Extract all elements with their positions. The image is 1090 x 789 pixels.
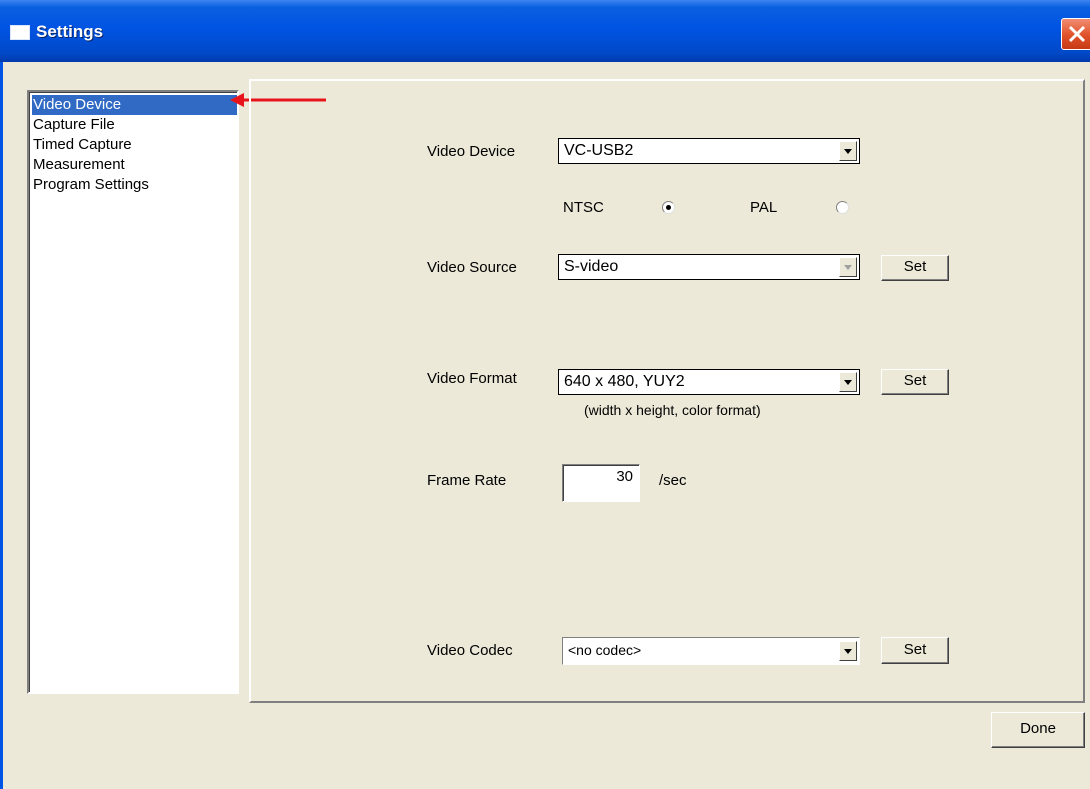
nav-item-program-settings[interactable]: Program Settings bbox=[32, 175, 237, 195]
title-bar[interactable]: Settings bbox=[0, 0, 1090, 62]
pal-radio[interactable] bbox=[836, 201, 849, 214]
video-format-dropdown[interactable]: 640 x 480, YUY2 bbox=[558, 369, 860, 395]
nav-item-capture-file[interactable]: Capture File bbox=[32, 115, 237, 135]
window-border bbox=[0, 62, 3, 789]
nav-item-video-device[interactable]: Video Device bbox=[32, 95, 237, 115]
video-source-value: S-video bbox=[564, 258, 619, 275]
done-button[interactable]: Done bbox=[991, 712, 1085, 748]
window-icon bbox=[10, 25, 30, 40]
video-format-label: Video Format bbox=[427, 370, 517, 387]
frame-rate-unit: /sec bbox=[659, 472, 687, 489]
video-device-label: Video Device bbox=[427, 143, 516, 160]
video-source-label: Video Source bbox=[427, 259, 517, 276]
nav-item-timed-capture[interactable]: Timed Capture bbox=[32, 135, 237, 155]
ntsc-radio[interactable] bbox=[662, 201, 675, 214]
ntsc-label: NTSC bbox=[563, 199, 604, 216]
video-codec-value: <no codec> bbox=[568, 642, 642, 658]
video-codec-set-button[interactable]: Set bbox=[881, 637, 949, 664]
video-source-dropdown[interactable]: S-video bbox=[558, 254, 860, 280]
close-button[interactable] bbox=[1061, 18, 1090, 50]
video-format-hint: (width x height, color format) bbox=[584, 402, 761, 418]
chevron-down-icon[interactable] bbox=[839, 257, 857, 277]
video-codec-label: Video Codec bbox=[427, 642, 513, 659]
video-source-set-button[interactable]: Set bbox=[881, 255, 949, 281]
frame-rate-value: 30 bbox=[616, 468, 633, 485]
video-device-dropdown[interactable]: VC-USB2 bbox=[558, 138, 860, 164]
frame-rate-input[interactable]: 30 bbox=[562, 464, 640, 502]
close-icon bbox=[1068, 25, 1086, 43]
video-device-value: VC-USB2 bbox=[564, 142, 634, 159]
video-codec-dropdown[interactable]: <no codec> bbox=[562, 637, 860, 665]
chevron-down-icon[interactable] bbox=[839, 141, 857, 161]
window-title: Settings bbox=[36, 22, 104, 41]
pal-label: PAL bbox=[750, 199, 778, 216]
settings-category-list[interactable]: Video Device Capture File Timed Capture … bbox=[27, 90, 239, 694]
video-format-value: 640 x 480, YUY2 bbox=[564, 373, 685, 390]
settings-window: Settings Video Device Capture File Timed… bbox=[0, 0, 1090, 789]
frame-rate-label: Frame Rate bbox=[427, 472, 507, 489]
chevron-down-icon[interactable] bbox=[839, 372, 857, 392]
video-format-set-button[interactable]: Set bbox=[881, 369, 949, 395]
nav-item-measurement[interactable]: Measurement bbox=[32, 155, 237, 175]
chevron-down-icon[interactable] bbox=[839, 641, 857, 661]
radio-selected-dot bbox=[666, 205, 671, 210]
